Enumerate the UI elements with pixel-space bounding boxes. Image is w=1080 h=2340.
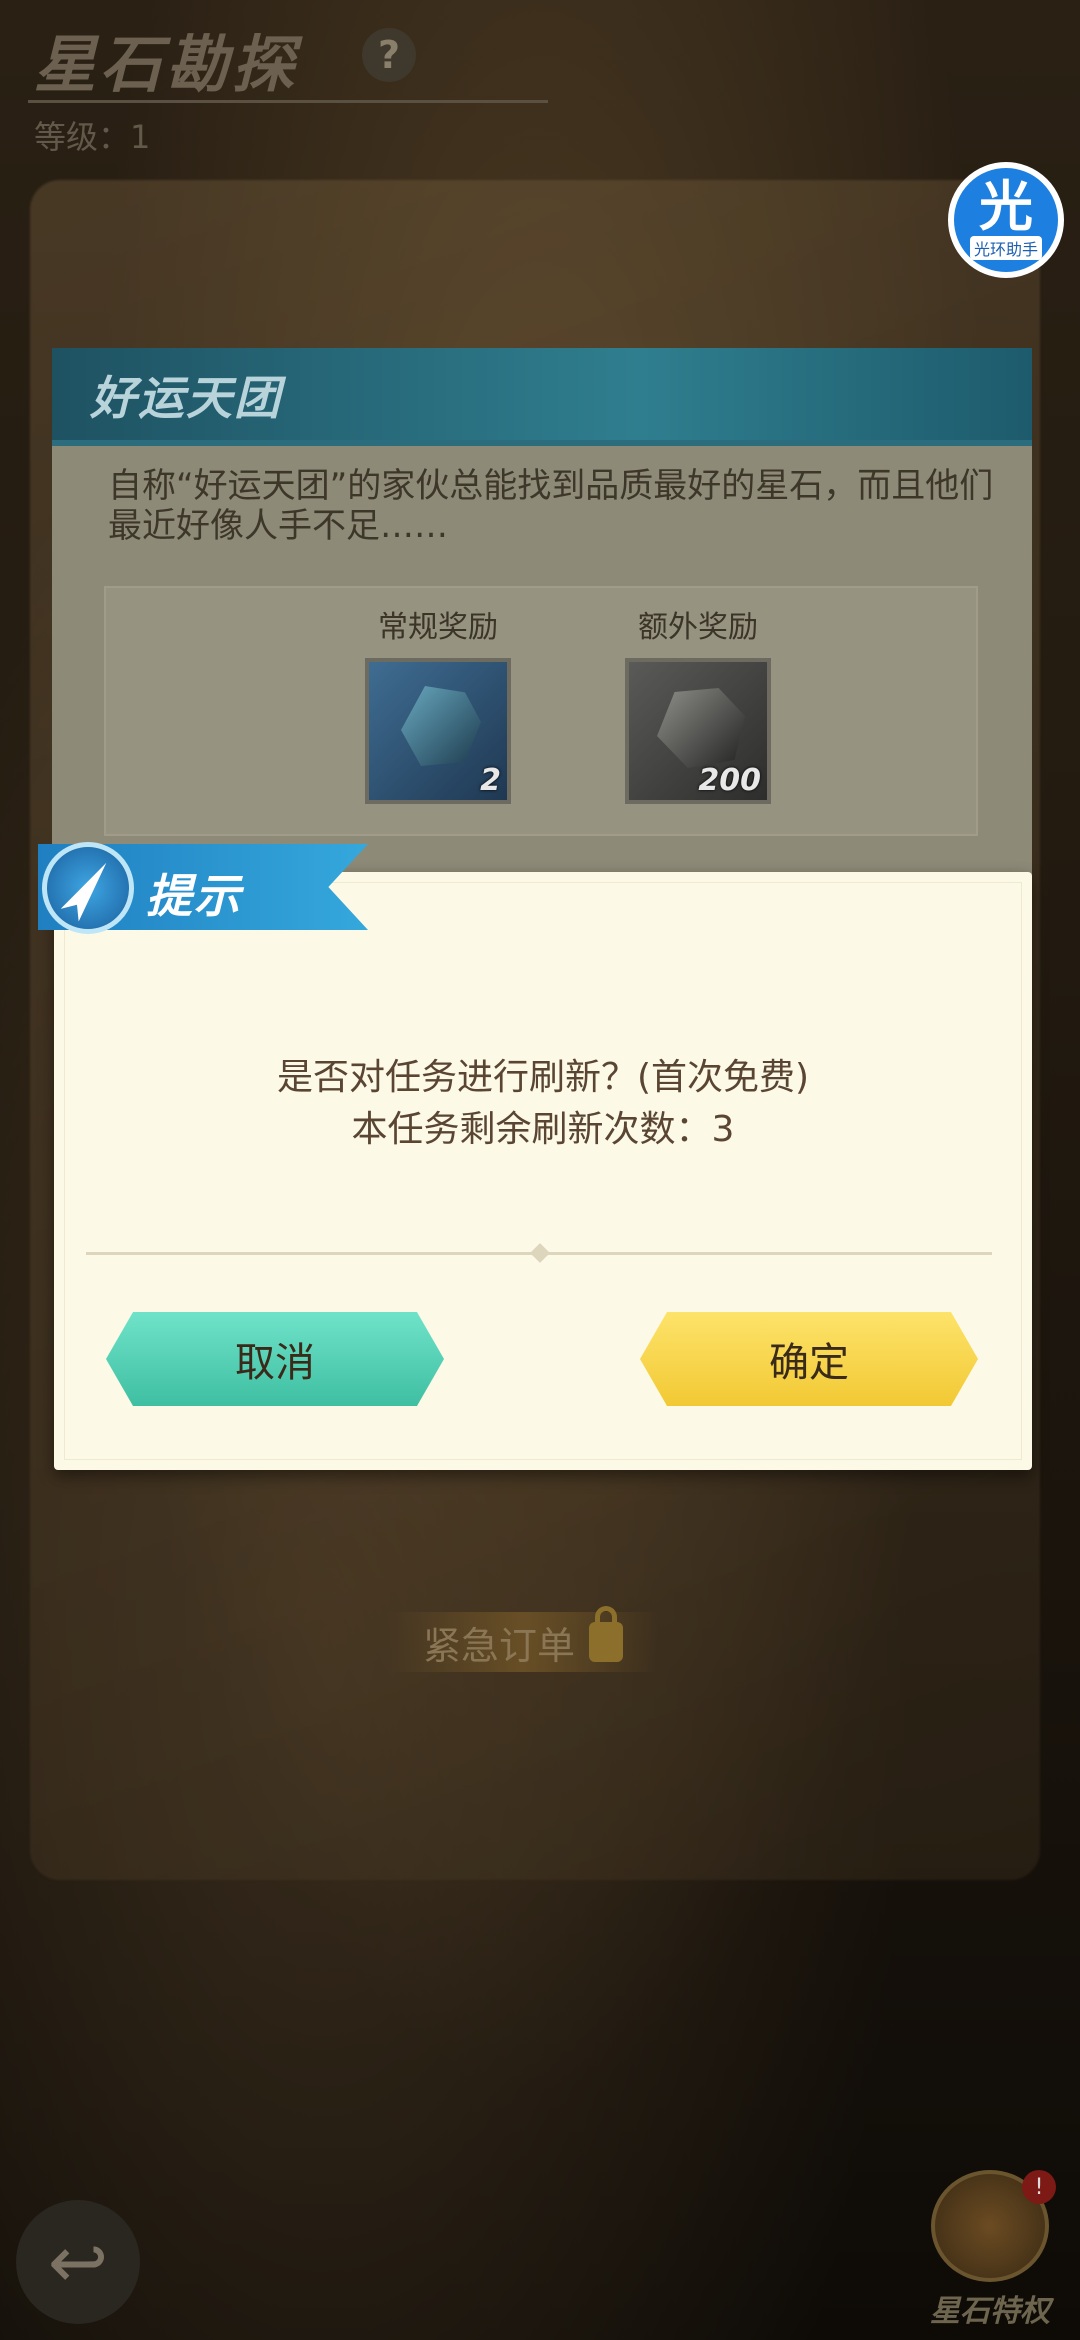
level-text: 等级：1 — [34, 118, 151, 156]
dialog-title: 提示 — [146, 869, 242, 923]
privilege-label: 星石特权 — [930, 2294, 1050, 2329]
reward-label: 额外奖励 — [638, 610, 758, 645]
assistant-glyph: 光 — [979, 175, 1033, 238]
reward-regular: 常规奖励 2 — [358, 602, 518, 804]
reward-quantity: 2 — [480, 763, 501, 798]
reward-box: 常规奖励 2 额外奖励 200 — [104, 586, 978, 836]
task-description: 自称“好运天团”的家伙总能找到品质最好的星石，而且他们最近好像人手不足…… — [108, 466, 994, 546]
back-arrow-icon: ↩ — [47, 2220, 109, 2304]
privilege-button[interactable]: 星石特权 ! — [910, 2170, 1070, 2330]
confirm-button[interactable]: 确定 — [640, 1312, 978, 1406]
compass-icon — [42, 842, 134, 934]
dialog-divider — [86, 1252, 992, 1255]
reward-label: 常规奖励 — [378, 610, 498, 645]
reward-item[interactable]: 200 — [625, 658, 771, 804]
dialog-message-line1: 是否对任务进行刷新？(首次免费) — [276, 1057, 810, 1098]
task-title: 好运天团 — [90, 371, 282, 425]
back-button[interactable]: ↩ — [16, 2200, 140, 2324]
dark-ore-icon — [657, 688, 745, 768]
assistant-label: 光环助手 — [969, 236, 1042, 260]
dialog-message: 是否对任务进行刷新？(首次免费) 本任务剩余刷新次数：3 — [54, 1052, 1032, 1156]
cancel-button[interactable]: 取消 — [106, 1312, 444, 1406]
task-header: 好运天团 — [52, 348, 1032, 446]
title-underline — [28, 100, 548, 103]
assistant-floating-button[interactable]: 光 光环助手 — [948, 162, 1064, 278]
lock-icon — [589, 1606, 623, 1662]
help-icon[interactable]: ? — [362, 28, 416, 82]
task-panel: 好运天团 自称“好运天团”的家伙总能找到品质最好的星石，而且他们最近好像人手不足… — [52, 348, 1032, 908]
urgent-order-label: 紧急订单 — [422, 1623, 575, 1668]
blue-star-gem-icon — [401, 686, 481, 766]
reward-extra: 额外奖励 200 — [618, 602, 778, 804]
urgent-order[interactable]: 紧急订单 — [388, 1606, 658, 1672]
dialog-message-line2: 本任务剩余刷新次数：3 — [351, 1109, 735, 1150]
notification-badge: ! — [1022, 2170, 1056, 2204]
reward-quantity: 200 — [698, 763, 761, 798]
reward-item[interactable]: 2 — [365, 658, 511, 804]
page-title: 星石勘探 — [34, 28, 299, 101]
